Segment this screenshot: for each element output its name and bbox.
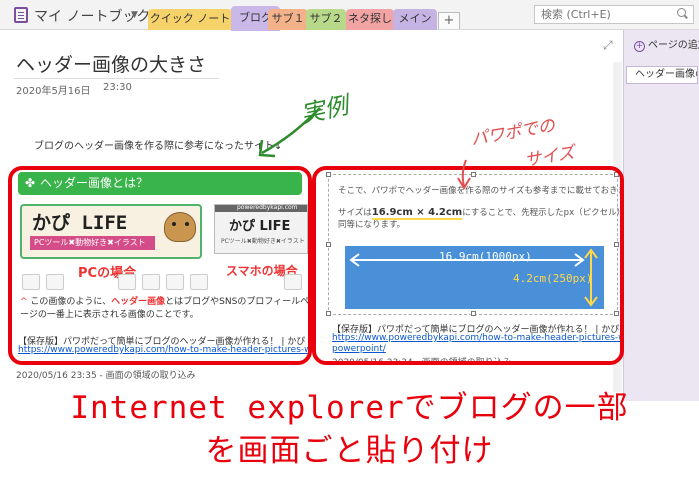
caption-line-2: を画面ごと貼り付け [205, 433, 494, 469]
caption-line-1: Internet explorerでブログの一部 [70, 390, 629, 426]
